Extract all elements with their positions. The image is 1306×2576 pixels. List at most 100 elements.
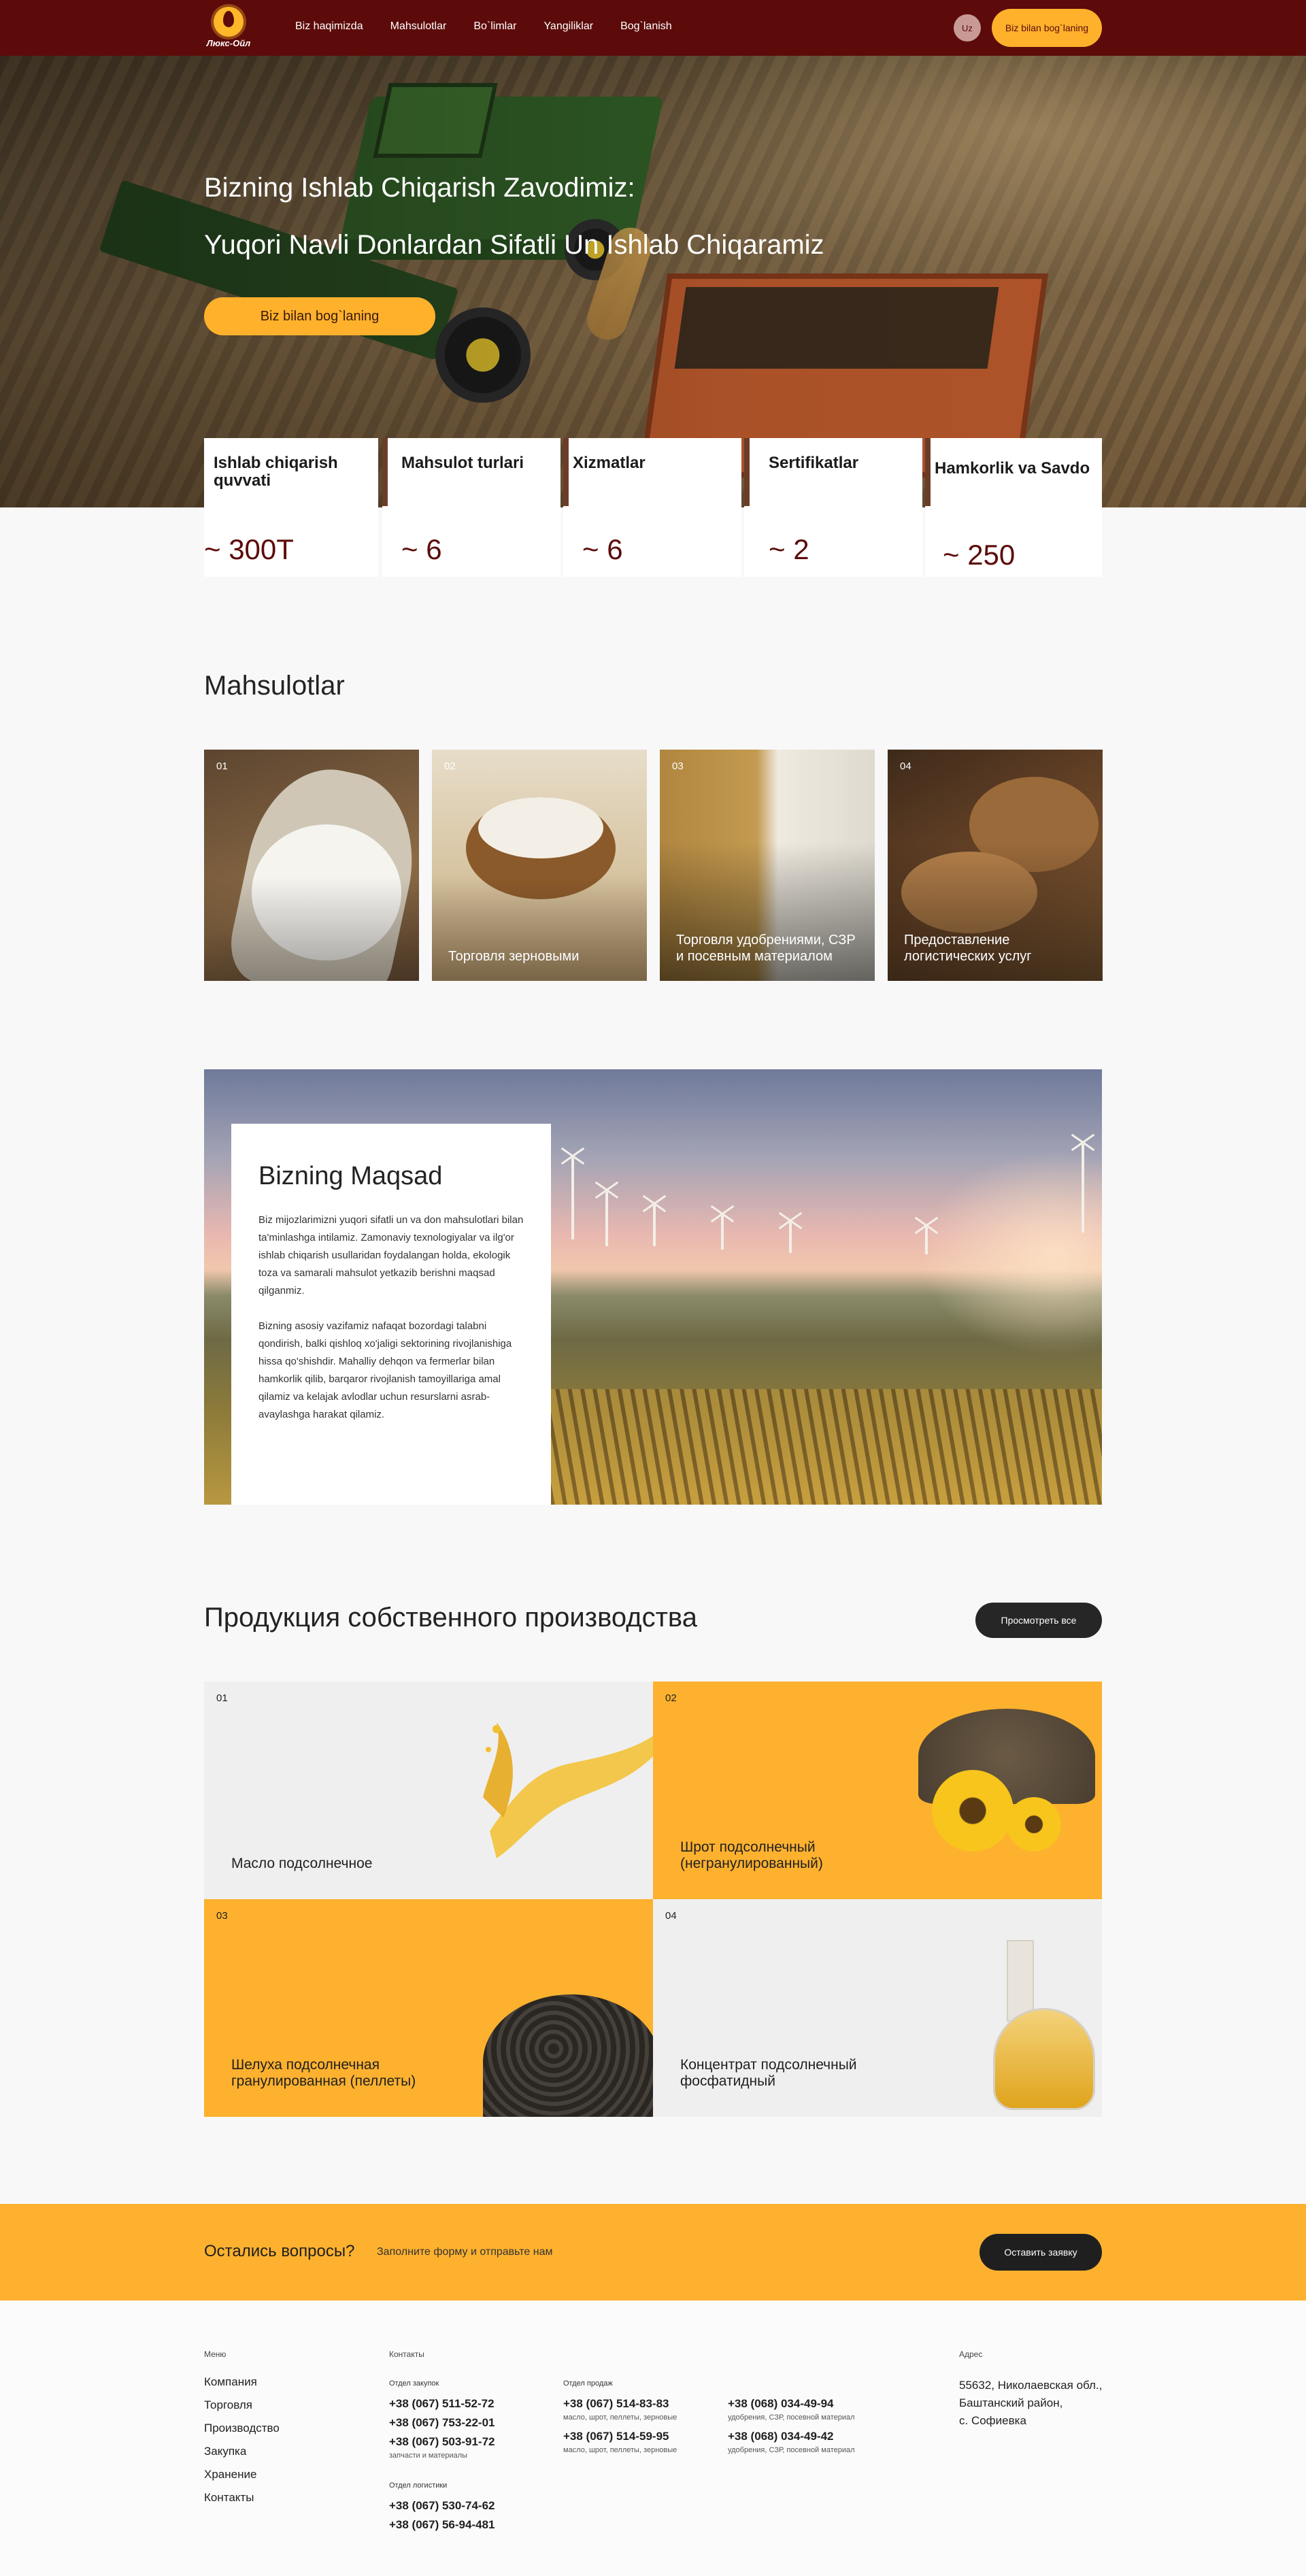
nav-item-contacts[interactable]: Bog`lanish	[620, 20, 672, 33]
stat-card: Xizmatlar ~ 6	[563, 438, 741, 577]
sunflower-icon	[932, 1770, 1014, 1852]
callback-bar: Остались вопросы? Заполните форму и отпр…	[0, 2204, 1306, 2301]
footer-link-purchase[interactable]: Закупка	[204, 2445, 280, 2468]
phone-link[interactable]: +38 (067) 753-22-01	[389, 2416, 495, 2430]
own-product-concentrate[interactable]: 04 Концентрат подсолнечный фосфатидный	[653, 1899, 1102, 2117]
phone-link[interactable]: +38 (067) 514-83-83	[563, 2397, 669, 2411]
hero-title-line-2: Yuqori Navli Donlardan Sifatli Un Ishlab…	[204, 230, 824, 260]
stat-card: Ishlab chiqarish quvvati ~ 300T	[204, 438, 378, 577]
phone-note: удобрения, СЗР, посевной материал	[728, 2413, 855, 2422]
stat-card: Hamkorlik va Savdo ~ 250	[925, 438, 1102, 577]
nav-item-departments[interactable]: Bo`limlar	[473, 20, 516, 33]
stat-card: Sertifikatlar ~ 2	[744, 438, 922, 577]
callback-subtitle: Заполните форму и отправьте нам	[377, 2246, 553, 2258]
tile-number: 03	[672, 760, 684, 772]
goal-card: Bizning Maqsad Biz mijozlarimizni yuqori…	[231, 1124, 551, 1505]
product-tile-flour[interactable]: 01	[204, 750, 419, 981]
purchase-dept-heading: Отдел закупок	[389, 2379, 439, 2388]
footer-address: 55632, Николаевская обл., Баштанский рай…	[959, 2377, 1102, 2430]
sales-dept-heading: Отдел продаж	[563, 2379, 613, 2388]
tile-number: 03	[216, 1910, 228, 1922]
goal-title: Bizning Maqsad	[258, 1162, 443, 1190]
stat-divider	[563, 438, 569, 506]
stat-label: Ishlab chiqarish quvvati	[214, 454, 338, 490]
own-product-meal[interactable]: 02 Шрот подсолнечный (негранулированный)	[653, 1682, 1102, 1899]
tile-number: 04	[665, 1910, 677, 1922]
product-tile-logistics[interactable]: 04 Предоставление логистических услуг	[888, 750, 1103, 981]
site-footer: Меню Компания Торговля Производство Заку…	[0, 2301, 1306, 2576]
logistics-dept-heading: Отдел логистики	[389, 2481, 448, 2490]
footer-link-production[interactable]: Производство	[204, 2422, 280, 2445]
nav-item-news[interactable]: Yangiliklar	[543, 20, 593, 33]
phone-link[interactable]: +38 (067) 530-74-62	[389, 2499, 495, 2513]
pellets-pile-image	[483, 1994, 653, 2117]
wind-turbine-icon	[721, 1216, 724, 1250]
main-nav: Biz haqimizda Mahsulotlar Bo`limlar Yang…	[295, 20, 699, 33]
stat-label: Xizmatlar	[573, 454, 646, 472]
tile-caption: Масло подсолнечное	[231, 1856, 373, 1871]
goal-section: Bizning Maqsad Biz mijozlarimizni yuqori…	[204, 1069, 1102, 1505]
footer-link-contacts[interactable]: Контакты	[204, 2491, 280, 2514]
tile-caption: Торговля зерновыми	[448, 949, 580, 964]
stat-label: Sertifikatlar	[769, 454, 859, 472]
address-line: 55632, Николаевская обл.,	[959, 2379, 1103, 2392]
phone-note: масло, шрот, пеллеты, зерновые	[563, 2413, 677, 2422]
tile-number: 04	[900, 760, 911, 772]
address-line: с. Софиевка	[959, 2414, 1026, 2427]
nav-item-about[interactable]: Biz haqimizda	[295, 20, 363, 33]
phone-link[interactable]: +38 (068) 034-49-94	[728, 2397, 833, 2411]
tile-number: 01	[216, 760, 228, 772]
hero-contact-button[interactable]: Biz bilan bog`laning	[204, 297, 435, 335]
own-product-pellets[interactable]: 03 Шелуха подсолнечная гранулированная (…	[204, 1899, 653, 2117]
wind-turbine-icon	[1082, 1144, 1084, 1233]
stat-value: ~ 6	[401, 533, 442, 565]
product-tile-grain[interactable]: 02 Торговля зерновыми	[432, 750, 647, 981]
stat-value: ~ 2	[769, 533, 809, 565]
phone-link[interactable]: +38 (067) 503-91-72	[389, 2435, 495, 2449]
logo-text: Люкс-Ойл	[206, 38, 251, 48]
phone-link[interactable]: +38 (068) 034-49-42	[728, 2430, 833, 2443]
stat-label: Mahsulot turlari	[401, 454, 524, 472]
phone-link[interactable]: +38 (067) 56-94-481	[389, 2518, 495, 2532]
footer-address-heading: Адрес	[959, 2349, 983, 2359]
view-all-button[interactable]: Просмотреть все	[975, 1603, 1102, 1638]
own-production-title: Продукция собственного производства	[204, 1603, 697, 1633]
wind-turbine-icon	[653, 1205, 656, 1246]
stat-value: ~ 300T	[204, 533, 294, 565]
logo[interactable]: Люкс-Ойл	[203, 7, 254, 50]
tile-number: 02	[444, 760, 456, 772]
tile-caption: Торговля удобрениями, СЗР и посевным мат…	[676, 933, 856, 964]
wind-turbine-icon	[925, 1227, 928, 1254]
leave-request-button[interactable]: Оставить заявку	[980, 2234, 1102, 2271]
phone-link[interactable]: +38 (067) 514-59-95	[563, 2430, 669, 2443]
stat-value: ~ 250	[943, 539, 1016, 571]
products-title: Mahsulotlar	[204, 671, 345, 701]
language-switch[interactable]: Uz	[954, 14, 981, 41]
phone-link[interactable]: +38 (067) 511-52-72	[389, 2397, 495, 2411]
wind-turbine-icon	[789, 1222, 792, 1253]
goal-paragraph-1: Biz mijozlarimizni yuqori sifatli un va …	[258, 1214, 524, 1297]
sunflower-icon	[1007, 1797, 1061, 1852]
callback-question: Остались вопросы?	[204, 2242, 355, 2260]
phone-note: масло, шрот, пеллеты, зерновые	[563, 2446, 677, 2454]
own-product-oil[interactable]: 01 Масло подсолнечное	[204, 1682, 653, 1899]
tile-caption: Шелуха подсолнечная гранулированная (пел…	[231, 2057, 416, 2089]
footer-link-trade[interactable]: Торговля	[204, 2398, 280, 2422]
footer-link-storage[interactable]: Хранение	[204, 2468, 280, 2491]
tile-caption: Концентрат подсолнечный фосфатидный	[680, 2057, 857, 2089]
wind-turbine-icon	[605, 1192, 608, 1246]
stat-card: Mahsulot turlari ~ 6	[382, 438, 560, 577]
phone-note: запчасти и материалы	[389, 2452, 468, 2460]
nav-item-products[interactable]: Mahsulotlar	[390, 20, 447, 33]
vineyard-rows-image	[476, 1389, 1102, 1505]
footer-menu: Компания Торговля Производство Закупка Х…	[204, 2375, 280, 2514]
stat-value: ~ 6	[582, 533, 623, 565]
tile-caption: Предоставление логистических услуг	[904, 933, 1032, 964]
wind-turbine-icon	[571, 1158, 574, 1239]
header-contact-button[interactable]: Biz bilan bog`laning	[992, 9, 1102, 47]
product-tile-fertilizers[interactable]: 03 Торговля удобрениями, СЗР и посевным …	[660, 750, 875, 981]
oil-drop-icon	[223, 11, 234, 27]
stat-divider	[382, 438, 388, 506]
footer-link-company[interactable]: Компания	[204, 2375, 280, 2398]
footer-contacts-heading: Контакты	[389, 2349, 424, 2359]
